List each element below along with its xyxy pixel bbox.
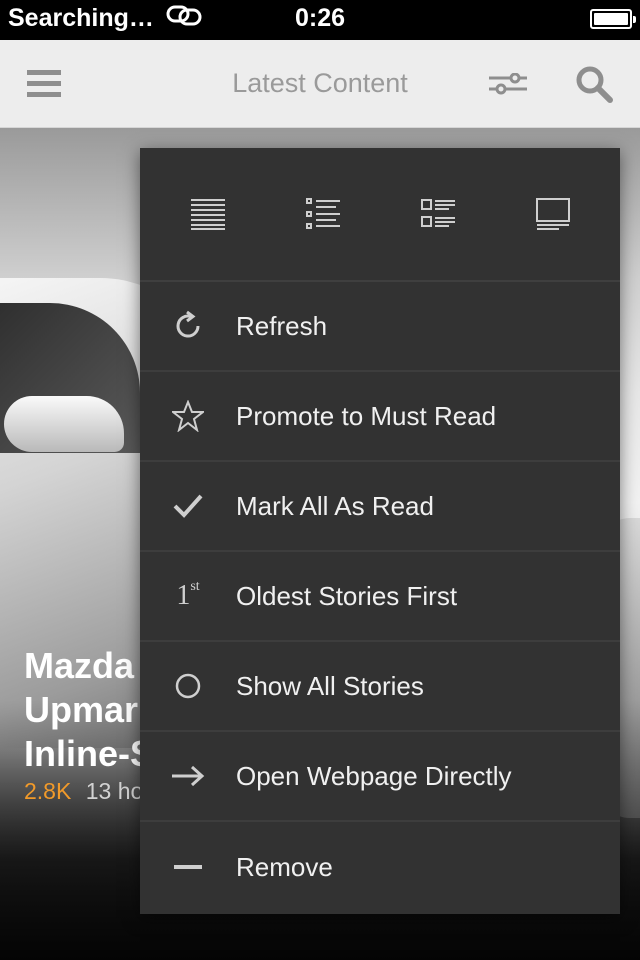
title-only-view-icon[interactable] (178, 184, 238, 244)
view-mode-selector (140, 148, 620, 282)
minus-icon (140, 822, 236, 912)
menu-item-label: Mark All As Read (236, 490, 434, 521)
battery-icon (590, 9, 636, 29)
menu-item-mark-all-read[interactable]: Mark All As Read (140, 462, 620, 552)
options-menu: Refresh Promote to Must Read Mark All As… (140, 148, 620, 914)
filter-sliders-icon[interactable] (488, 64, 528, 104)
list-view-icon[interactable] (293, 184, 353, 244)
menu-item-show-all[interactable]: Show All Stories (140, 642, 620, 732)
menu-item-label: Refresh (236, 310, 328, 341)
arrow-right-icon (140, 731, 236, 821)
search-icon[interactable] (574, 64, 614, 104)
menu-item-refresh[interactable]: Refresh (140, 282, 620, 372)
refresh-icon (140, 281, 236, 371)
menu-item-oldest-first[interactable]: 1st Oldest Stories First (140, 552, 620, 642)
menu-item-label: Promote to Must Read (236, 400, 497, 431)
menu-item-label: Show All Stories (236, 670, 424, 701)
ordinal-suffix: st (190, 578, 200, 594)
ordinal-number: 1 (176, 580, 191, 611)
hero-image-mirror (4, 396, 124, 452)
menu-item-label: Open Webpage Directly (236, 760, 512, 791)
clock: 0:26 (294, 4, 346, 32)
star-icon (140, 371, 236, 461)
app-header: Latest Content (0, 40, 640, 128)
cards-view-icon[interactable] (523, 184, 583, 244)
menu-item-label: Remove (236, 851, 333, 882)
menu-item-open-webpage[interactable]: Open Webpage Directly (140, 732, 620, 822)
magazine-view-icon[interactable] (408, 184, 468, 244)
page-title: Latest Content (232, 68, 408, 98)
menu-item-promote[interactable]: Promote to Must Read (140, 372, 620, 462)
checkmark-icon (140, 461, 236, 551)
engagement-count: 2.8K (24, 778, 72, 804)
menu-item-label: Oldest Stories First (236, 580, 458, 611)
circle-icon (140, 641, 236, 731)
status-bar: Searching… 0:26 (0, 0, 640, 40)
menu-item-remove[interactable]: Remove (140, 822, 620, 912)
first-ordinal-icon: 1st (140, 551, 236, 641)
